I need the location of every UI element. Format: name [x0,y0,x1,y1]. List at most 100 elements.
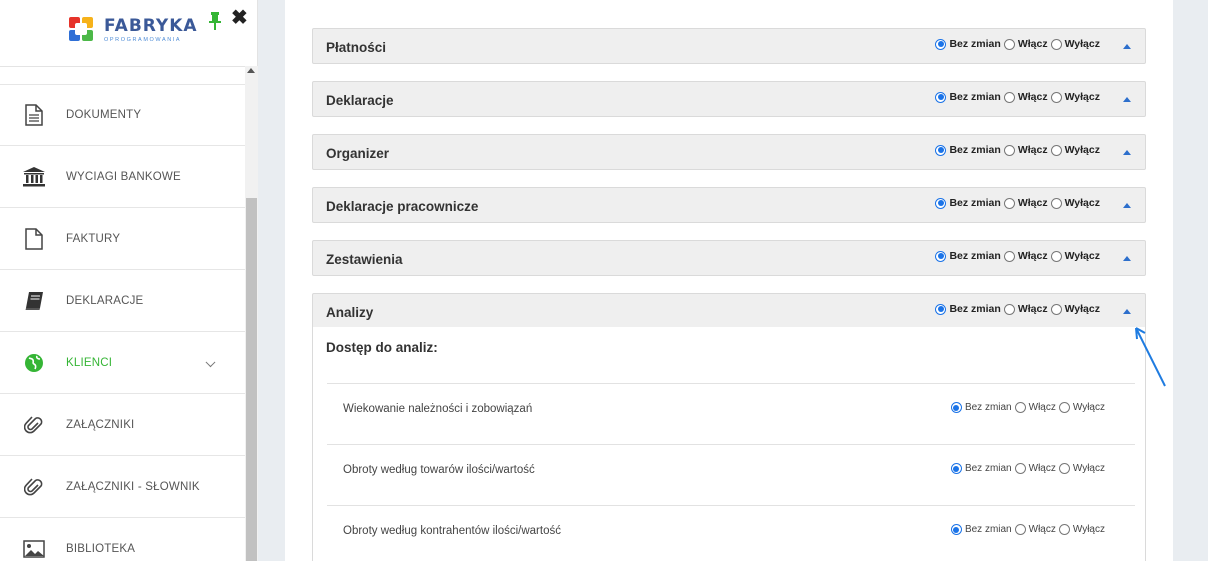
option-label: Wyłącz [1064,197,1100,209]
radio-button[interactable] [950,524,962,535]
option-label: Wyłącz [1064,250,1100,262]
radio-button[interactable] [935,197,947,209]
radio-button[interactable] [935,250,947,262]
option-disable[interactable]: Wyłącz [1050,38,1100,50]
radio-button[interactable] [935,144,947,156]
content-gutter-left [258,0,285,561]
collapse-caret-icon[interactable] [1123,203,1131,208]
radio-button[interactable] [1014,524,1026,535]
sidebar-item-dokumenty[interactable]: DOKUMENTY [0,84,245,146]
option-label: Wyłącz [1072,463,1105,474]
radio-button[interactable] [1003,144,1015,156]
option-disable[interactable]: Wyłącz [1050,197,1100,209]
option-disable[interactable]: Wyłącz [1058,524,1105,535]
annotation-arrow-icon [1135,327,1166,387]
collapse-caret-icon[interactable] [1123,97,1131,102]
analysis-label: Obroty według kontrahentów ilości/wartoś… [343,525,561,537]
sidebar-item-label: DOKUMENTY [66,109,142,121]
collapse-caret-icon[interactable] [1123,256,1131,261]
option-label: Włącz [1017,38,1048,50]
option-unchanged[interactable]: Bez zmian [950,402,1012,413]
option-disable[interactable]: Wyłącz [1050,144,1100,156]
option-enable[interactable]: Włącz [1003,303,1048,315]
option-enable[interactable]: Włącz [1003,38,1048,50]
option-unchanged[interactable]: Bez zmian [935,144,1001,156]
option-unchanged[interactable]: Bez zmian [935,303,1001,315]
close-icon[interactable]: ✖ [231,8,248,28]
logo[interactable]: FABRYKA OPROGRAMOWANIA [66,14,198,44]
option-disable[interactable]: Wyłącz [1050,250,1100,262]
logo-subtitle: OPROGRAMOWANIA [104,37,182,43]
bank-icon [21,164,47,190]
radio-button[interactable] [1058,402,1070,413]
radio-button[interactable] [1050,250,1062,262]
sidebar-item-klienci[interactable]: KLIENCI [0,332,245,394]
option-enable[interactable]: Włącz [1003,144,1048,156]
option-disable[interactable]: Wyłącz [1050,303,1100,315]
radio-button[interactable] [935,91,947,103]
section-title: Deklaracje pracownicze [326,199,479,214]
section-deklaracje-pracownicze[interactable]: Deklaracje pracownicze Bez zmian Włącz W… [312,187,1146,223]
radio-button[interactable] [950,463,962,474]
option-enable[interactable]: Włącz [1014,463,1056,474]
radio-button[interactable] [935,38,947,50]
book-icon [21,288,47,314]
section-analizy[interactable]: Analizy Bez zmian Włącz Wyłącz [312,293,1146,329]
option-unchanged[interactable]: Bez zmian [935,250,1001,262]
radio-button[interactable] [1058,463,1070,474]
radio-button[interactable] [1050,303,1062,315]
radio-button[interactable] [1003,38,1015,50]
sidebar-item-zalaczniki-slownik[interactable]: ZAŁĄCZNIKI - SŁOWNIK [0,456,245,518]
option-enable[interactable]: Włącz [1003,91,1048,103]
radio-button[interactable] [1050,144,1062,156]
radio-button[interactable] [1050,197,1062,209]
radio-button[interactable] [935,303,947,315]
chevron-down-icon[interactable] [205,356,216,367]
option-unchanged[interactable]: Bez zmian [950,524,1012,535]
section-organizer[interactable]: Organizer Bez zmian Włącz Wyłącz [312,134,1146,170]
sidebar-item-faktury[interactable]: FAKTURY [0,208,245,270]
file-icon [21,226,47,252]
scroll-up-arrow-icon[interactable] [247,68,255,73]
radio-button[interactable] [1058,524,1070,535]
option-enable[interactable]: Włącz [1003,250,1048,262]
sidebar-item-zalaczniki[interactable]: ZAŁĄCZNIKI [0,394,245,456]
radio-button[interactable] [1003,250,1015,262]
section-title: Płatności [326,40,387,55]
radio-button[interactable] [1003,197,1015,209]
option-unchanged[interactable]: Bez zmian [950,463,1012,474]
option-unchanged[interactable]: Bez zmian [935,197,1001,209]
radio-button[interactable] [1003,303,1015,315]
option-disable[interactable]: Wyłącz [1058,402,1105,413]
option-disable[interactable]: Wyłącz [1058,463,1105,474]
sidebar-item-wyciagi-bankowe[interactable]: WYCIAGI BANKOWE [0,146,245,208]
pin-icon[interactable] [208,12,222,30]
radio-button[interactable] [1050,91,1062,103]
option-label: Włącz [1028,402,1056,413]
collapse-caret-icon[interactable] [1123,44,1131,49]
option-enable[interactable]: Włącz [1014,524,1056,535]
section-options: Bez zmian Włącz Wyłącz [935,303,1103,315]
section-deklaracje[interactable]: Deklaracje Bez zmian Włącz Wyłącz [312,81,1146,117]
collapse-caret-icon[interactable] [1123,150,1131,155]
radio-button[interactable] [950,402,962,413]
radio-button[interactable] [1014,463,1026,474]
option-enable[interactable]: Włącz [1014,402,1056,413]
sidebar-item-biblioteka[interactable]: BIBLIOTEKA [0,518,245,561]
sidebar-scrollbar[interactable] [245,66,258,561]
section-platnosci[interactable]: Płatności Bez zmian Włącz Wyłącz [312,28,1146,64]
sidebar-nav: DOKUMENTY WYCIAGI BANKOWE FAKTURY DEKLAR… [0,84,245,561]
option-unchanged[interactable]: Bez zmian [935,38,1001,50]
radio-button[interactable] [1014,402,1026,413]
option-enable[interactable]: Włącz [1003,197,1048,209]
option-label: Bez zmian [949,303,1001,315]
radio-button[interactable] [1003,91,1015,103]
collapse-caret-icon[interactable] [1123,309,1131,314]
section-zestawienia[interactable]: Zestawienia Bez zmian Włącz Wyłącz [312,240,1146,276]
option-disable[interactable]: Wyłącz [1050,91,1100,103]
scrollbar-thumb[interactable] [246,198,257,561]
sidebar-item-deklaracje[interactable]: DEKLARACJE [0,270,245,332]
option-unchanged[interactable]: Bez zmian [935,91,1001,103]
radio-button[interactable] [1050,38,1062,50]
option-label: Bez zmian [949,144,1001,156]
